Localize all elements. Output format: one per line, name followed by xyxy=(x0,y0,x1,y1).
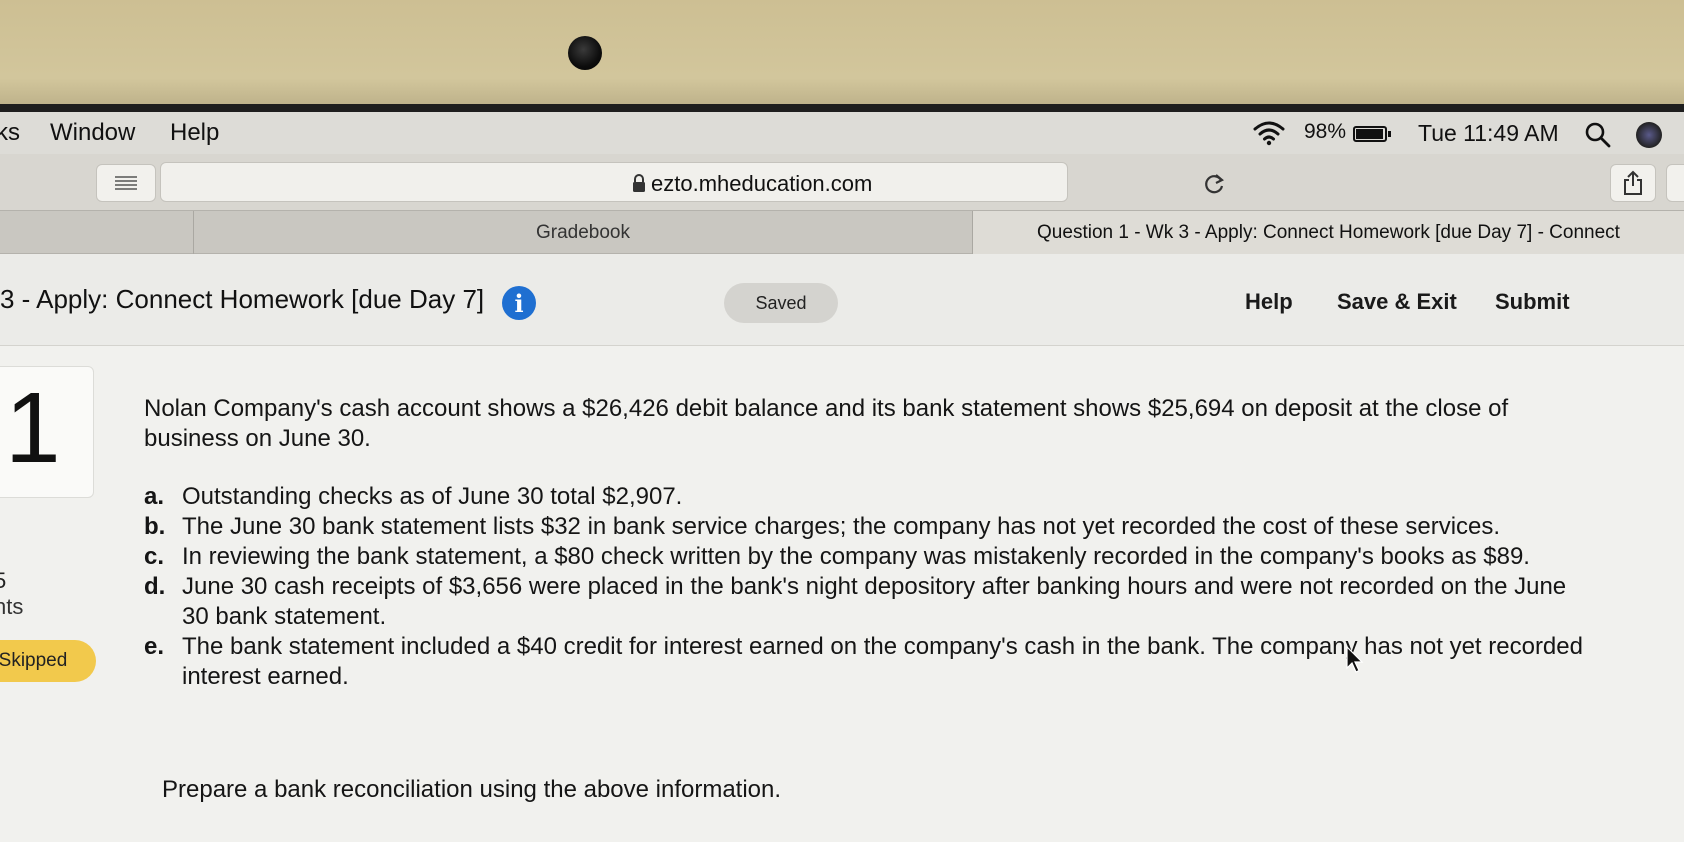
menu-window[interactable]: Window xyxy=(50,119,135,147)
saved-status-badge: Saved xyxy=(724,283,838,323)
webcam xyxy=(568,36,602,70)
question-content: 1 5 nts Skipped Nolan Company's cash acc… xyxy=(0,346,1684,842)
list-item: b. The June 30 bank statement lists $32 … xyxy=(144,512,1584,542)
tab-question-1[interactable]: Question 1 - Wk 3 - Apply: Connect Homew… xyxy=(973,211,1684,254)
share-icon xyxy=(1624,170,1642,195)
menubar-clock[interactable]: Tue 11:49 AM xyxy=(1418,120,1559,147)
screen: ks Window Help 98% Tue 11:49 AM ezto.mhe… xyxy=(0,112,1684,842)
skipped-badge: Skipped xyxy=(0,640,96,682)
battery-percent[interactable]: 98% xyxy=(1304,120,1346,144)
item-text: Outstanding checks as of June 30 total $… xyxy=(182,483,683,510)
list-item: d. June 30 cash receipts of $3,656 were … xyxy=(144,572,1584,632)
question-intro: Nolan Company's cash account shows a $26… xyxy=(144,395,1509,452)
item-text: In reviewing the bank statement, a $80 c… xyxy=(182,543,1530,570)
menu-bookmarks[interactable]: ks xyxy=(0,119,20,147)
wifi-icon[interactable] xyxy=(1252,120,1286,146)
question-number-card[interactable]: 1 xyxy=(0,366,94,498)
siri-icon[interactable] xyxy=(1636,122,1662,148)
list-item: e. The bank statement included a $40 cre… xyxy=(144,632,1584,692)
item-letter: e. xyxy=(144,633,165,660)
battery-level xyxy=(1356,129,1384,139)
tab-gradebook[interactable]: Gradebook xyxy=(193,211,973,254)
menu-bar: ks Window Help 98% Tue 11:49 AM xyxy=(0,112,1684,154)
item-letter: d. xyxy=(144,573,166,600)
spotlight-search-icon[interactable] xyxy=(1583,120,1613,150)
item-letter: b. xyxy=(144,513,166,540)
item-letter: a. xyxy=(144,483,165,510)
browser-toolbar: ezto.mheducation.com xyxy=(0,154,1684,210)
help-link[interactable]: Help xyxy=(1245,289,1293,315)
save-exit-link[interactable]: Save & Exit xyxy=(1337,289,1457,315)
lock-icon xyxy=(633,174,645,192)
question-prompt: Prepare a bank reconciliation using the … xyxy=(162,776,782,803)
submit-link[interactable]: Submit xyxy=(1495,289,1570,315)
assignment-title: 3 - Apply: Connect Homework [due Day 7] xyxy=(0,284,485,314)
item-text: The June 30 bank statement lists $32 in … xyxy=(182,513,1501,540)
reader-icon xyxy=(115,176,137,190)
battery-icon[interactable] xyxy=(1353,126,1391,142)
list-item: c. In reviewing the bank statement, a $8… xyxy=(144,542,1584,572)
share-button[interactable] xyxy=(1610,164,1656,202)
menu-help[interactable]: Help xyxy=(170,119,219,147)
transaction-list: a. Outstanding checks as of June 30 tota… xyxy=(144,482,1584,692)
reload-icon[interactable] xyxy=(1201,171,1227,197)
points-label: nts xyxy=(0,594,24,619)
mouse-cursor-icon xyxy=(1346,646,1364,673)
question-text: Nolan Company's cash account shows a $26… xyxy=(144,394,1584,692)
item-letter: c. xyxy=(144,543,165,570)
item-text: June 30 cash receipts of $3,656 were pla… xyxy=(182,573,1567,630)
reader-view-button[interactable] xyxy=(96,164,156,202)
list-item: a. Outstanding checks as of June 30 tota… xyxy=(144,482,1584,512)
question-number: 1 xyxy=(5,372,61,484)
info-icon[interactable]: i xyxy=(502,286,536,320)
url-text: ezto.mheducation.com xyxy=(651,171,873,196)
tab-bar: Gradebook Question 1 - Wk 3 - Apply: Con… xyxy=(0,210,1684,254)
laptop-bezel xyxy=(0,0,1684,112)
assignment-header: 3 - Apply: Connect Homework [due Day 7] … xyxy=(0,254,1684,346)
address-bar[interactable]: ezto.mheducation.com xyxy=(160,162,1224,202)
item-text: The bank statement included a $40 credit… xyxy=(182,633,1583,690)
points-value: 5 xyxy=(0,568,7,593)
sidebar-toggle-button[interactable] xyxy=(1666,164,1684,202)
